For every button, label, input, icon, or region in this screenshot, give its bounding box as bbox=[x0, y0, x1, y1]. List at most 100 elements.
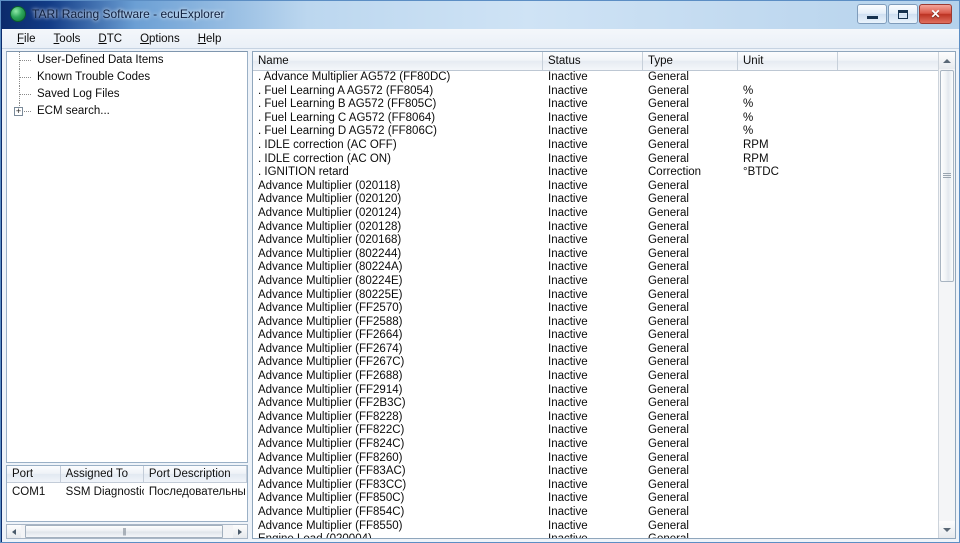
table-cell: . Fuel Learning C AG572 (FF8064) bbox=[258, 111, 436, 124]
tree-item-saved-log-files[interactable]: Saved Log Files bbox=[7, 86, 247, 103]
table-row[interactable]: Advance Multiplier (80225E) Inactive Gener… bbox=[253, 289, 939, 303]
list-column-header-name[interactable]: Name bbox=[253, 52, 543, 70]
table-row[interactable]: Advance Multiplier (FF8228) Inactive Gener… bbox=[253, 411, 939, 425]
table-row[interactable]: Advance Multiplier (FF2588) Inactive Gener… bbox=[253, 316, 939, 330]
table-row[interactable]: Advance Multiplier (FF850C) Inactive Gener… bbox=[253, 492, 939, 506]
table-row[interactable]: Advance Multiplier (020128) Inactive Gener… bbox=[253, 221, 939, 235]
table-row[interactable]: Advance Multiplier (FF267C) Inactive Gener… bbox=[253, 356, 939, 370]
table-cell: Inactive bbox=[548, 220, 588, 233]
ports-column-header-port[interactable]: Port bbox=[7, 466, 61, 482]
table-cell: Advance Multiplier (802244) bbox=[258, 247, 402, 260]
ports-column-header-port-description[interactable]: Port Description bbox=[144, 466, 247, 482]
table-row[interactable]: . Fuel Learning D AG572 (FF806C) Inactive… bbox=[253, 125, 939, 139]
table-row[interactable]: Advance Multiplier (80224A) Inactive Gener… bbox=[253, 261, 939, 275]
list-column-header-status[interactable]: Status bbox=[543, 52, 643, 70]
minimize-button[interactable] bbox=[857, 4, 887, 24]
table-cell: Advance Multiplier (FF8550) bbox=[258, 519, 403, 532]
title-bar[interactable]: TARI Racing Software - ecuExplorer ✕ bbox=[1, 1, 959, 28]
ports-table-row[interactable]: COM1 SSM Diagnostics Последовательны bbox=[7, 483, 247, 501]
table-cell: Inactive bbox=[548, 478, 588, 491]
table-row[interactable]: . Fuel Learning C AG572 (FF8064) Inactive… bbox=[253, 112, 939, 126]
table-row[interactable]: Advance Multiplier (FF2674) Inactive Gener… bbox=[253, 343, 939, 357]
table-cell: Inactive bbox=[548, 179, 588, 192]
menu-item-dtc[interactable]: DTC bbox=[89, 31, 131, 47]
table-row[interactable]: Advance Multiplier (FF8550) Inactive Gener… bbox=[253, 520, 939, 534]
maximize-button[interactable] bbox=[888, 4, 918, 24]
table-row[interactable]: Advance Multiplier (FF83AC) Inactive Gener… bbox=[253, 465, 939, 479]
table-cell: General bbox=[648, 370, 689, 383]
table-row[interactable]: Advance Multiplier (FF2B3C) Inactive Gener… bbox=[253, 397, 939, 411]
table-row[interactable]: . Fuel Learning B AG572 (FF805C) Inactive… bbox=[253, 98, 939, 112]
tree-expand-icon[interactable]: + bbox=[14, 107, 23, 116]
table-cell: Advance Multiplier (FF2674) bbox=[258, 342, 403, 355]
scroll-down-button[interactable] bbox=[939, 521, 955, 538]
table-cell bbox=[738, 465, 838, 479]
vertical-scroll-thumb[interactable] bbox=[940, 70, 954, 282]
menu-item-file[interactable]: File bbox=[8, 31, 45, 47]
list-column-header-blank[interactable] bbox=[838, 52, 939, 70]
navigation-tree[interactable]: User-Defined Data Items Known Trouble Cod… bbox=[6, 51, 248, 463]
table-row[interactable]: . IGNITION retard Inactive Correction °BTDC bbox=[253, 166, 939, 180]
table-cell: Inactive bbox=[548, 410, 588, 423]
table-row[interactable]: . IDLE correction (AC ON) Inactive General… bbox=[253, 153, 939, 167]
table-cell: Advance Multiplier (80225E) bbox=[258, 288, 403, 301]
list-vertical-scrollbar[interactable] bbox=[938, 52, 955, 538]
globe-icon bbox=[10, 6, 26, 22]
table-cell: General bbox=[648, 138, 689, 151]
table-cell: Advance Multiplier (FF2914) bbox=[258, 383, 403, 396]
horizontal-scroll-track[interactable]: ||| bbox=[21, 525, 233, 538]
tree-item-user-defined-data-items[interactable]: User-Defined Data Items bbox=[7, 52, 247, 69]
table-row[interactable]: . Fuel Learning A AG572 (FF8054) Inactive… bbox=[253, 85, 939, 99]
scroll-right-button[interactable] bbox=[233, 525, 247, 538]
table-row[interactable]: Advance Multiplier (FF822C) Inactive Gener… bbox=[253, 424, 939, 438]
list-column-header-unit[interactable]: Unit bbox=[738, 52, 838, 70]
table-row[interactable]: Advance Multiplier (FF8260) Inactive Gener… bbox=[253, 452, 939, 466]
table-row[interactable]: Advance Multiplier (FF83CC) Inactive Gener… bbox=[253, 479, 939, 493]
horizontal-scroll-thumb[interactable]: ||| bbox=[25, 525, 223, 538]
table-row[interactable]: Engine Load (020004)InactiveGeneral bbox=[253, 533, 939, 538]
menu-item-help[interactable]: Help bbox=[189, 31, 231, 47]
table-row[interactable]: Advance Multiplier (020124) Inactive Gener… bbox=[253, 207, 939, 221]
table-cell: Inactive bbox=[548, 261, 588, 274]
list-column-header-type[interactable]: Type bbox=[643, 52, 738, 70]
table-row[interactable]: Advance Multiplier (FF2570) Inactive Gener… bbox=[253, 302, 939, 316]
table-row[interactable]: Advance Multiplier (FF2664) Inactive Gener… bbox=[253, 329, 939, 343]
table-row[interactable]: Advance Multiplier (020168) Inactive Gener… bbox=[253, 234, 939, 248]
close-button[interactable]: ✕ bbox=[919, 4, 952, 24]
table-row[interactable]: Advance Multiplier (FF2914) Inactive Gener… bbox=[253, 384, 939, 398]
ports-table[interactable]: Port Assigned To Port Description COM1 SSM … bbox=[6, 465, 248, 522]
scroll-left-button[interactable] bbox=[7, 525, 21, 538]
table-row[interactable]: Advance Multiplier (020118) Inactive Gener… bbox=[253, 180, 939, 194]
table-cell: Advance Multiplier (FF2664) bbox=[258, 329, 403, 342]
scroll-up-button[interactable] bbox=[939, 52, 955, 69]
menu-item-tools[interactable]: Tools bbox=[45, 31, 90, 47]
table-cell: Inactive bbox=[548, 492, 588, 505]
table-cell: General bbox=[648, 125, 689, 138]
table-cell: Inactive bbox=[548, 234, 588, 247]
ports-column-header-assigned-to[interactable]: Assigned To bbox=[61, 466, 144, 482]
table-row[interactable]: Advance Multiplier (020120) Inactive Gener… bbox=[253, 193, 939, 207]
table-cell: Inactive bbox=[548, 506, 588, 518]
left-panel-horizontal-scrollbar[interactable]: ||| bbox=[6, 524, 248, 539]
table-row[interactable]: . Advance Multiplier AG572 (FF80DC) Inact… bbox=[253, 71, 939, 85]
table-row[interactable]: Advance Multiplier (FF854C) Inactive Gener… bbox=[253, 506, 939, 520]
table-cell: % bbox=[743, 98, 754, 111]
table-row[interactable]: Advance Multiplier (FF2688) Inactive Gener… bbox=[253, 370, 939, 384]
table-cell: General bbox=[648, 410, 689, 423]
table-cell: Advance Multiplier (020168) bbox=[258, 234, 402, 247]
table-row[interactable]: Advance Multiplier (802244) Inactive Gener… bbox=[253, 248, 939, 262]
table-cell: Advance Multiplier (FF83CC) bbox=[258, 478, 407, 491]
table-cell: % bbox=[743, 84, 754, 97]
table-cell: Advance Multiplier (FF850C) bbox=[258, 492, 405, 505]
table-cell bbox=[738, 452, 838, 466]
menu-item-options[interactable]: Options bbox=[131, 31, 189, 47]
table-cell: Correction bbox=[648, 166, 702, 179]
tree-item-label: ECM search... bbox=[37, 105, 110, 117]
table-row[interactable]: Advance Multiplier (FF824C) Inactive Gener… bbox=[253, 438, 939, 452]
ports-cell: SSM Diagnostics bbox=[65, 486, 144, 498]
ports-cell: COM1 bbox=[12, 486, 46, 498]
tree-item-known-trouble-codes[interactable]: Known Trouble Codes bbox=[7, 69, 247, 86]
table-row[interactable]: Advance Multiplier (80224E) Inactive Gener… bbox=[253, 275, 939, 289]
table-row[interactable]: . IDLE correction (AC OFF) Inactive Genera… bbox=[253, 139, 939, 153]
tree-item-ecm-search[interactable]: + ECM search... bbox=[7, 103, 247, 120]
